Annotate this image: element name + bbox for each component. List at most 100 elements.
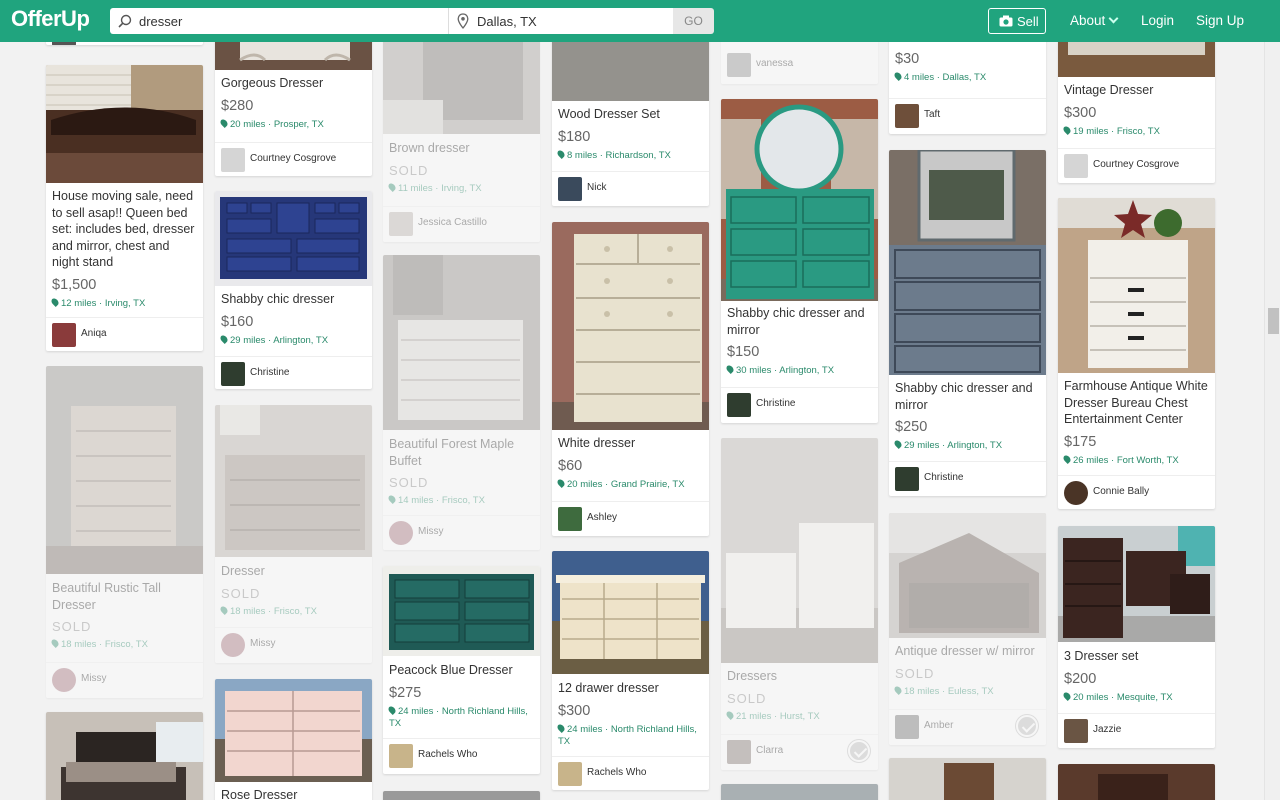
seller-row[interactable]: Connie Bally: [1058, 475, 1215, 509]
listing-location: 12 miles · Irving, TX: [50, 296, 197, 310]
listing-card[interactable]: Wood Dresser Set $180 8 miles · Richards…: [552, 20, 709, 206]
seller-row[interactable]: Rachels Who: [383, 738, 540, 772]
listing-photo: [721, 784, 878, 800]
seller-row[interactable]: Courtney Cosgrove: [215, 142, 372, 176]
seller-row[interactable]: Christine: [889, 461, 1046, 495]
avatar: [1064, 154, 1088, 178]
listing-title: Beautiful Forest Maple Buffet: [389, 437, 515, 468]
listing-title: Wood Dresser Set: [558, 107, 660, 121]
seller-name: Courtney Cosgrove: [1093, 159, 1180, 170]
listing-card[interactable]: Vintage Dresser $300 19 miles · Frisco, …: [1058, 20, 1215, 183]
listing-price: $60: [558, 457, 583, 474]
listing-price: $280: [221, 97, 254, 114]
about-menu[interactable]: About: [1070, 13, 1119, 28]
seller-name: Nick: [587, 182, 607, 193]
page-scrollbar[interactable]: [1264, 42, 1280, 800]
listing-price: $160: [221, 313, 254, 330]
listing-card[interactable]: Shabby chic dresser and mirror $250 29 m…: [889, 150, 1046, 496]
seller-row[interactable]: Taft: [889, 98, 1046, 132]
listing-card[interactable]: Farmhouse Antique White Dresser Bureau C…: [1058, 198, 1215, 509]
listing-card[interactable]: 3 Dresser set $200 20 miles · Mesquite, …: [1058, 526, 1215, 748]
seller-row[interactable]: Courtney Cosgrove: [1058, 148, 1215, 182]
avatar: [727, 740, 751, 764]
avatar: [52, 668, 76, 692]
location-input[interactable]: [477, 13, 667, 30]
seller-name: vanessa: [756, 58, 794, 69]
seller-row[interactable]: Jessica Castillo: [383, 206, 540, 240]
listing-location: 8 miles · Richardson, TX: [556, 148, 703, 162]
avatar: [727, 393, 751, 417]
seller-row[interactable]: Christine: [215, 356, 372, 389]
listing-photo: [889, 513, 1046, 638]
listing-card[interactable]: Beautiful Rustic Tall Dresser SOLD 18 mi…: [46, 366, 203, 698]
avatar: [558, 762, 582, 786]
seller-row[interactable]: Christine: [721, 387, 878, 421]
listing-card[interactable]: Brown dresser SOLD 11 miles · Irving, TX…: [383, 20, 540, 242]
listing-photo: [215, 405, 372, 557]
listing-card[interactable]: [889, 758, 1046, 800]
listing-card[interactable]: [383, 791, 540, 800]
seller-row[interactable]: Aniqa: [46, 317, 203, 351]
listing-card[interactable]: 12 drawer dresser $300 24 miles · North …: [552, 551, 709, 790]
scrollbar-thumb[interactable]: [1268, 308, 1279, 334]
seller-row[interactable]: Clarra: [721, 734, 878, 768]
listing-title: Dressers: [727, 669, 778, 683]
listing-card[interactable]: Gorgeous Dresser $280 20 miles · Prosper…: [215, 20, 372, 176]
go-button[interactable]: GO: [673, 8, 714, 34]
listing-photo: [383, 791, 540, 800]
listing-title: 3 Dresser set: [1064, 649, 1139, 663]
login-link[interactable]: Login: [1141, 13, 1174, 28]
location-box[interactable]: [448, 8, 673, 34]
location-pin-icon: [893, 71, 903, 81]
seller-name: Christine: [756, 398, 796, 409]
listing-photo: [46, 65, 203, 183]
seller-row[interactable]: Missy: [46, 662, 203, 696]
seller-name: Jessica Castillo: [418, 217, 487, 228]
seller-row[interactable]: Missy: [215, 627, 372, 661]
listing-card[interactable]: [46, 712, 203, 800]
listing-price: $175: [1064, 433, 1097, 450]
seller-name: Connie Bally: [1093, 486, 1150, 497]
seller-row[interactable]: Ashley: [552, 501, 709, 535]
listing-photo: [552, 222, 709, 430]
seller-row[interactable]: vanessa: [721, 48, 878, 82]
listing-card[interactable]: Dresser SOLD 18 miles · Frisco, TX Missy: [215, 405, 372, 663]
seller-row[interactable]: Amber: [889, 709, 1046, 743]
signup-link[interactable]: Sign Up: [1196, 13, 1244, 28]
search-input[interactable]: [139, 13, 439, 30]
search-box[interactable]: [110, 8, 448, 34]
listing-card[interactable]: Peacock Blue Dresser $275 24 miles · Nor…: [383, 566, 540, 774]
listing-title: Dresser: [221, 564, 265, 578]
location-pin-icon: [893, 439, 903, 449]
listing-card[interactable]: Beautiful Forest Maple Buffet SOLD 14 mi…: [383, 255, 540, 550]
listing-photo: [215, 191, 372, 286]
seller-row[interactable]: Nick: [552, 171, 709, 205]
listing-location: 20 miles · Mesquite, TX: [1062, 690, 1209, 704]
listing-photo: [383, 255, 540, 430]
seller-row[interactable]: Jazzie: [1058, 713, 1215, 747]
offerup-logo[interactable]: OfferUp: [11, 6, 90, 32]
seller-row[interactable]: Missy: [383, 515, 540, 549]
seller-name: Missy: [81, 673, 107, 684]
seller-name: Amber: [924, 720, 954, 731]
listing-card[interactable]: [721, 784, 878, 800]
seller-name: Christine: [250, 367, 290, 378]
listing-price: $150: [727, 344, 760, 360]
listing-card[interactable]: House moving sale, need to sell asap!! Q…: [46, 65, 203, 351]
listing-photo: [215, 679, 372, 782]
listing-card[interactable]: White dresser $60 20 miles · Grand Prair…: [552, 222, 709, 536]
seller-name: Christine: [924, 472, 964, 483]
listing-card[interactable]: Antique dresser w/ mirror SOLD 18 miles …: [889, 513, 1046, 745]
location-pin-icon: [556, 722, 566, 733]
sell-button[interactable]: Sell: [988, 8, 1046, 34]
top-nav-bar: OfferUp GO Sell About Login Sign Up: [0, 0, 1280, 42]
listing-card[interactable]: Shabby chic dresser and mirror $150 30 m…: [721, 99, 878, 423]
listing-card[interactable]: Shabby chic dresser $160 29 miles · Arli…: [215, 191, 372, 389]
location-pin-icon: [893, 684, 903, 695]
seller-row[interactable]: Rachels Who: [552, 756, 709, 790]
listing-card[interactable]: [1058, 764, 1215, 800]
listing-photo: [721, 99, 878, 301]
listing-card[interactable]: Dressers SOLD 21 miles · Hurst, TX Clarr…: [721, 438, 878, 770]
listing-card[interactable]: Rose Dresser: [215, 679, 372, 800]
listing-title: Rose Dresser: [221, 788, 298, 800]
